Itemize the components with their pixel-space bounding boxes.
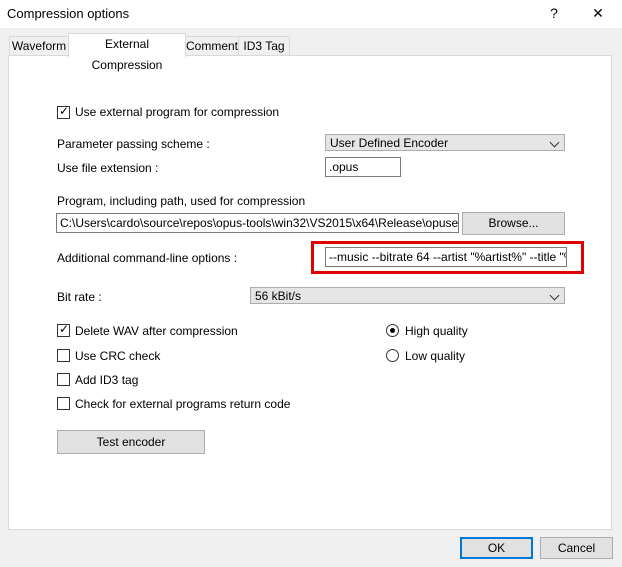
tab-external-compression[interactable]: External Compression: [68, 33, 186, 72]
use-external-label: Use external program for compression: [75, 105, 280, 119]
bitrate-label: Bit rate :: [57, 290, 102, 304]
bitrate-select[interactable]: 56 kBit/s: [250, 287, 565, 304]
help-icon[interactable]: ?: [540, 3, 568, 23]
tab-id3-tag[interactable]: ID3 Tag: [238, 36, 290, 56]
highlight-box: [311, 241, 584, 274]
delete-wav-checkbox[interactable]: ✓: [57, 322, 70, 337]
bitrate-value: 56 kBit/s: [255, 289, 302, 303]
crc-check-label: Use CRC check: [75, 349, 161, 363]
add-id3-label: Add ID3 tag: [75, 373, 139, 387]
param-scheme-value: User Defined Encoder: [330, 136, 449, 150]
test-encoder-button[interactable]: Test encoder: [57, 430, 205, 454]
high-quality-label: High quality: [405, 324, 468, 338]
chevron-down-icon: [549, 137, 560, 148]
return-code-checkbox[interactable]: [57, 397, 70, 410]
chevron-down-icon: [549, 290, 560, 301]
title-bar: Compression options ? ✕: [0, 0, 622, 28]
ok-button[interactable]: OK: [460, 537, 533, 559]
cmdline-label: Additional command-line options :: [57, 251, 238, 265]
use-external-checkbox[interactable]: ✓: [57, 104, 70, 119]
low-quality-label: Low quality: [405, 349, 466, 363]
program-label: Program, including path, used for compre…: [57, 194, 306, 208]
program-path-input[interactable]: C:\Users\cardo\source\repos\opus-tools\w…: [56, 213, 459, 233]
tab-waveform[interactable]: Waveform: [9, 36, 69, 56]
file-ext-label: Use file extension :: [57, 161, 159, 175]
add-id3-checkbox[interactable]: [57, 373, 70, 386]
file-ext-input[interactable]: .opus: [325, 157, 401, 177]
checkmark-icon: ✓: [59, 104, 70, 118]
param-scheme-select[interactable]: User Defined Encoder: [325, 134, 565, 151]
radio-dot-icon: [390, 328, 395, 333]
delete-wav-label: Delete WAV after compression: [75, 324, 238, 338]
crc-check-checkbox[interactable]: [57, 349, 70, 362]
high-quality-radio[interactable]: [386, 324, 399, 337]
browse-button[interactable]: Browse...: [462, 212, 565, 235]
param-scheme-label: Parameter passing scheme :: [57, 137, 210, 151]
checkmark-icon: ✓: [59, 322, 70, 336]
cancel-button[interactable]: Cancel: [540, 537, 613, 559]
window-title: Compression options: [7, 6, 130, 21]
low-quality-radio[interactable]: [386, 349, 399, 362]
return-code-label: Check for external programs return code: [75, 397, 291, 411]
tab-comment[interactable]: Comment: [185, 36, 239, 56]
close-icon[interactable]: ✕: [584, 3, 612, 23]
